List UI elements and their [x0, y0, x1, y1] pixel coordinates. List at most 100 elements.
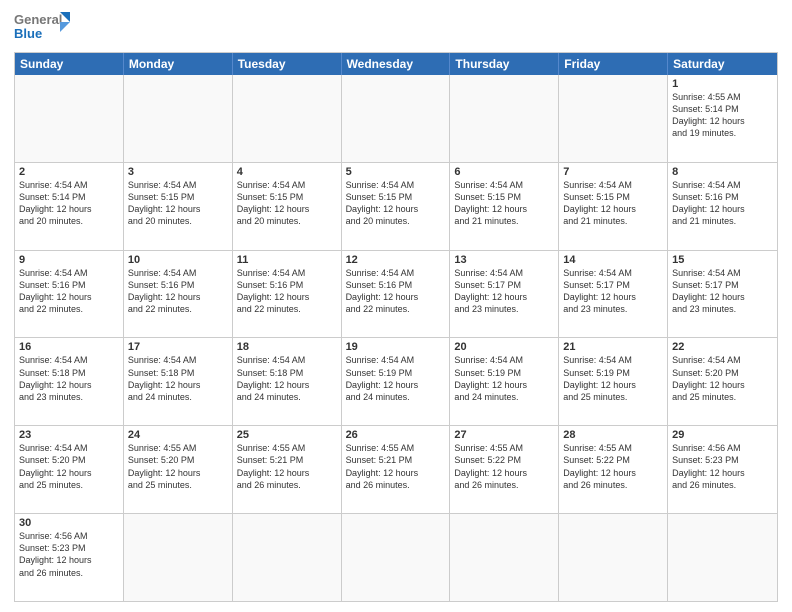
day-number: 21 — [563, 341, 663, 353]
logo: GeneralBlue — [14, 10, 74, 46]
day-info: Sunrise: 4:54 AM Sunset: 5:18 PM Dayligh… — [237, 354, 337, 403]
day-cell: 2Sunrise: 4:54 AM Sunset: 5:14 PM Daylig… — [15, 163, 124, 250]
day-cell: 13Sunrise: 4:54 AM Sunset: 5:17 PM Dayli… — [450, 251, 559, 338]
day-number: 2 — [19, 166, 119, 178]
day-number: 16 — [19, 341, 119, 353]
day-cell: 17Sunrise: 4:54 AM Sunset: 5:18 PM Dayli… — [124, 338, 233, 425]
day-header-monday: Monday — [124, 53, 233, 75]
day-cell: 5Sunrise: 4:54 AM Sunset: 5:15 PM Daylig… — [342, 163, 451, 250]
day-info: Sunrise: 4:54 AM Sunset: 5:20 PM Dayligh… — [19, 442, 119, 491]
day-info: Sunrise: 4:54 AM Sunset: 5:17 PM Dayligh… — [672, 267, 773, 316]
day-cell: 4Sunrise: 4:54 AM Sunset: 5:15 PM Daylig… — [233, 163, 342, 250]
day-headers-row: SundayMondayTuesdayWednesdayThursdayFrid… — [15, 53, 777, 75]
logo-svg: GeneralBlue — [14, 10, 74, 46]
header: GeneralBlue — [14, 10, 778, 46]
day-info: Sunrise: 4:54 AM Sunset: 5:15 PM Dayligh… — [237, 179, 337, 228]
day-number: 29 — [672, 429, 773, 441]
day-cell — [559, 75, 668, 162]
day-cell: 10Sunrise: 4:54 AM Sunset: 5:16 PM Dayli… — [124, 251, 233, 338]
day-info: Sunrise: 4:54 AM Sunset: 5:15 PM Dayligh… — [454, 179, 554, 228]
day-info: Sunrise: 4:55 AM Sunset: 5:21 PM Dayligh… — [237, 442, 337, 491]
day-info: Sunrise: 4:56 AM Sunset: 5:23 PM Dayligh… — [672, 442, 773, 491]
day-info: Sunrise: 4:54 AM Sunset: 5:16 PM Dayligh… — [346, 267, 446, 316]
day-info: Sunrise: 4:55 AM Sunset: 5:14 PM Dayligh… — [672, 91, 773, 140]
day-info: Sunrise: 4:55 AM Sunset: 5:22 PM Dayligh… — [563, 442, 663, 491]
day-cell — [342, 75, 451, 162]
day-info: Sunrise: 4:54 AM Sunset: 5:16 PM Dayligh… — [19, 267, 119, 316]
day-info: Sunrise: 4:55 AM Sunset: 5:20 PM Dayligh… — [128, 442, 228, 491]
day-info: Sunrise: 4:55 AM Sunset: 5:22 PM Dayligh… — [454, 442, 554, 491]
day-cell: 14Sunrise: 4:54 AM Sunset: 5:17 PM Dayli… — [559, 251, 668, 338]
svg-text:General: General — [14, 12, 62, 27]
day-number: 10 — [128, 254, 228, 266]
day-number: 25 — [237, 429, 337, 441]
day-cell: 24Sunrise: 4:55 AM Sunset: 5:20 PM Dayli… — [124, 426, 233, 513]
page: GeneralBlue SundayMondayTuesdayWednesday… — [0, 0, 792, 612]
day-number: 4 — [237, 166, 337, 178]
day-cell: 3Sunrise: 4:54 AM Sunset: 5:15 PM Daylig… — [124, 163, 233, 250]
day-info: Sunrise: 4:54 AM Sunset: 5:15 PM Dayligh… — [128, 179, 228, 228]
day-number: 18 — [237, 341, 337, 353]
day-number: 24 — [128, 429, 228, 441]
day-number: 20 — [454, 341, 554, 353]
day-info: Sunrise: 4:54 AM Sunset: 5:16 PM Dayligh… — [128, 267, 228, 316]
week-row-5: 23Sunrise: 4:54 AM Sunset: 5:20 PM Dayli… — [15, 425, 777, 513]
day-number: 3 — [128, 166, 228, 178]
day-number: 13 — [454, 254, 554, 266]
day-header-wednesday: Wednesday — [342, 53, 451, 75]
day-cell: 15Sunrise: 4:54 AM Sunset: 5:17 PM Dayli… — [668, 251, 777, 338]
day-info: Sunrise: 4:54 AM Sunset: 5:14 PM Dayligh… — [19, 179, 119, 228]
day-number: 23 — [19, 429, 119, 441]
day-header-tuesday: Tuesday — [233, 53, 342, 75]
day-cell — [668, 514, 777, 601]
day-number: 27 — [454, 429, 554, 441]
day-number: 14 — [563, 254, 663, 266]
day-info: Sunrise: 4:54 AM Sunset: 5:16 PM Dayligh… — [672, 179, 773, 228]
day-cell: 27Sunrise: 4:55 AM Sunset: 5:22 PM Dayli… — [450, 426, 559, 513]
day-cell — [124, 75, 233, 162]
day-cell: 23Sunrise: 4:54 AM Sunset: 5:20 PM Dayli… — [15, 426, 124, 513]
day-cell — [559, 514, 668, 601]
day-cell — [450, 514, 559, 601]
day-info: Sunrise: 4:55 AM Sunset: 5:21 PM Dayligh… — [346, 442, 446, 491]
day-cell: 29Sunrise: 4:56 AM Sunset: 5:23 PM Dayli… — [668, 426, 777, 513]
day-number: 15 — [672, 254, 773, 266]
day-cell: 20Sunrise: 4:54 AM Sunset: 5:19 PM Dayli… — [450, 338, 559, 425]
day-cell: 22Sunrise: 4:54 AM Sunset: 5:20 PM Dayli… — [668, 338, 777, 425]
day-cell: 28Sunrise: 4:55 AM Sunset: 5:22 PM Dayli… — [559, 426, 668, 513]
day-info: Sunrise: 4:54 AM Sunset: 5:18 PM Dayligh… — [128, 354, 228, 403]
day-header-thursday: Thursday — [450, 53, 559, 75]
day-number: 5 — [346, 166, 446, 178]
day-info: Sunrise: 4:54 AM Sunset: 5:19 PM Dayligh… — [563, 354, 663, 403]
day-cell: 25Sunrise: 4:55 AM Sunset: 5:21 PM Dayli… — [233, 426, 342, 513]
day-number: 28 — [563, 429, 663, 441]
day-cell — [233, 514, 342, 601]
day-header-sunday: Sunday — [15, 53, 124, 75]
day-cell: 16Sunrise: 4:54 AM Sunset: 5:18 PM Dayli… — [15, 338, 124, 425]
day-number: 7 — [563, 166, 663, 178]
day-info: Sunrise: 4:54 AM Sunset: 5:18 PM Dayligh… — [19, 354, 119, 403]
week-row-2: 2Sunrise: 4:54 AM Sunset: 5:14 PM Daylig… — [15, 162, 777, 250]
day-cell: 12Sunrise: 4:54 AM Sunset: 5:16 PM Dayli… — [342, 251, 451, 338]
day-info: Sunrise: 4:56 AM Sunset: 5:23 PM Dayligh… — [19, 530, 119, 579]
day-cell: 9Sunrise: 4:54 AM Sunset: 5:16 PM Daylig… — [15, 251, 124, 338]
day-number: 17 — [128, 341, 228, 353]
day-cell: 26Sunrise: 4:55 AM Sunset: 5:21 PM Dayli… — [342, 426, 451, 513]
day-info: Sunrise: 4:54 AM Sunset: 5:17 PM Dayligh… — [563, 267, 663, 316]
day-number: 22 — [672, 341, 773, 353]
day-header-friday: Friday — [559, 53, 668, 75]
day-info: Sunrise: 4:54 AM Sunset: 5:16 PM Dayligh… — [237, 267, 337, 316]
day-cell: 19Sunrise: 4:54 AM Sunset: 5:19 PM Dayli… — [342, 338, 451, 425]
day-cell: 8Sunrise: 4:54 AM Sunset: 5:16 PM Daylig… — [668, 163, 777, 250]
day-number: 9 — [19, 254, 119, 266]
week-row-3: 9Sunrise: 4:54 AM Sunset: 5:16 PM Daylig… — [15, 250, 777, 338]
day-number: 8 — [672, 166, 773, 178]
day-cell — [342, 514, 451, 601]
svg-text:Blue: Blue — [14, 26, 42, 41]
day-number: 30 — [19, 517, 119, 529]
day-number: 1 — [672, 78, 773, 90]
day-info: Sunrise: 4:54 AM Sunset: 5:15 PM Dayligh… — [346, 179, 446, 228]
day-info: Sunrise: 4:54 AM Sunset: 5:20 PM Dayligh… — [672, 354, 773, 403]
day-info: Sunrise: 4:54 AM Sunset: 5:15 PM Dayligh… — [563, 179, 663, 228]
day-number: 11 — [237, 254, 337, 266]
